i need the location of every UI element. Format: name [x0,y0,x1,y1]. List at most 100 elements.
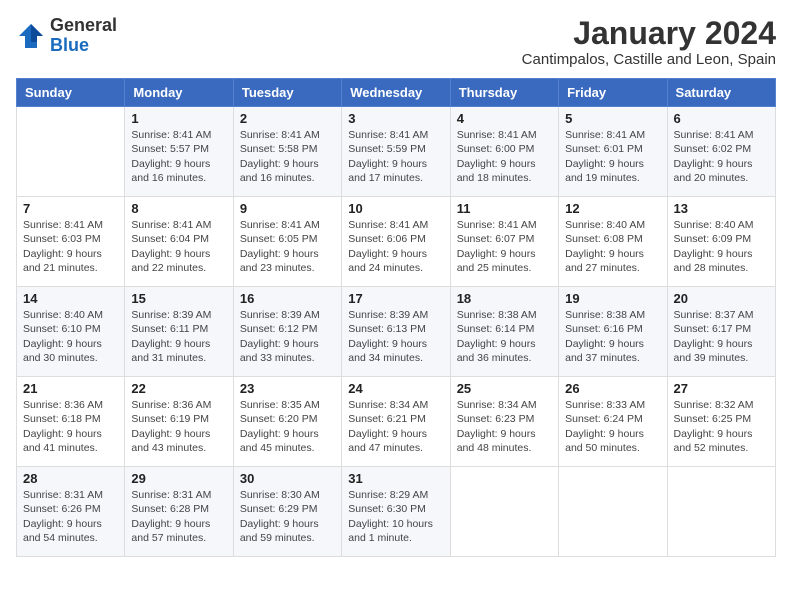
day-number: 9 [240,201,335,216]
calendar-cell: 29Sunrise: 8:31 AMSunset: 6:28 PMDayligh… [125,467,233,557]
day-number: 4 [457,111,552,126]
calendar-cell: 27 Sunrise: 8:32 AMSunset: 6:25 PMDayligh… [667,377,775,467]
title-section: January 2024 Cantimpalos, Castille and L… [522,16,776,68]
day-info: Sunrise: 8:35 AMSunset: 6:20 PMDaylight:… [240,398,335,455]
day-info: Sunrise: 8:30 AMSunset: 6:29 PMDaylight:… [240,488,335,545]
day-number: 24 [348,381,443,396]
calendar-cell: 19Sunrise: 8:38 AMSunset: 6:16 PMDayligh… [559,287,667,377]
calendar-cell [559,467,667,557]
day-number: 23 [240,381,335,396]
day-number: 8 [131,201,226,216]
calendar-cell: 15Sunrise: 8:39 AMSunset: 6:11 PMDayligh… [125,287,233,377]
calendar-cell: 20 Sunrise: 8:37 AMSunset: 6:17 PMDayligh… [667,287,775,377]
day-number: 11 [457,201,552,216]
calendar-week-5: 28Sunrise: 8:31 AMSunset: 6:26 PMDayligh… [17,467,776,557]
calendar-cell: 3 Sunrise: 8:41 AMSunset: 5:59 PMDaylight… [342,107,450,197]
month-title: January 2024 [522,16,776,51]
day-info: Sunrise: 8:36 AMSunset: 6:18 PMDaylight:… [23,398,118,455]
day-info: Sunrise: 8:40 AMSunset: 6:10 PMDaylight:… [23,308,118,365]
day-number: 13 [674,201,769,216]
calendar-cell: 11 Sunrise: 8:41 AMSunset: 6:07 PMDayligh… [450,197,558,287]
day-info: Sunrise: 8:41 AMSunset: 5:57 PMDaylight:… [131,128,226,185]
day-number: 12 [565,201,660,216]
day-number: 3 [348,111,443,126]
day-number: 20 [674,291,769,306]
calendar-cell: 6 Sunrise: 8:41 AMSunset: 6:02 PMDaylight… [667,107,775,197]
day-number: 21 [23,381,118,396]
day-info: Sunrise: 8:41 AMSunset: 6:06 PMDaylight:… [348,218,443,275]
calendar-cell: 28Sunrise: 8:31 AMSunset: 6:26 PMDayligh… [17,467,125,557]
day-info: Sunrise: 8:39 AMSunset: 6:12 PMDaylight:… [240,308,335,365]
day-info: Sunrise: 8:41 AMSunset: 5:58 PMDaylight:… [240,128,335,185]
calendar-cell [17,107,125,197]
day-number: 1 [131,111,226,126]
day-number: 27 [674,381,769,396]
day-number: 18 [457,291,552,306]
calendar-cell: 16 Sunrise: 8:39 AMSunset: 6:12 PMDayligh… [233,287,341,377]
logo: General Blue [16,16,117,56]
header-sunday: Sunday [17,79,125,107]
calendar-cell: 31Sunrise: 8:29 AMSunset: 6:30 PMDayligh… [342,467,450,557]
calendar-cell: 12 Sunrise: 8:40 AMSunset: 6:08 PMDayligh… [559,197,667,287]
day-info: Sunrise: 8:39 AMSunset: 6:11 PMDaylight:… [131,308,226,365]
day-info: Sunrise: 8:41 AMSunset: 6:03 PMDaylight:… [23,218,118,275]
calendar-cell: 2 Sunrise: 8:41 AMSunset: 5:58 PMDaylight… [233,107,341,197]
day-number: 26 [565,381,660,396]
day-number: 5 [565,111,660,126]
calendar-cell: 23 Sunrise: 8:35 AMSunset: 6:20 PMDayligh… [233,377,341,467]
calendar-cell: 8 Sunrise: 8:41 AMSunset: 6:04 PMDaylight… [125,197,233,287]
header-tuesday: Tuesday [233,79,341,107]
day-info: Sunrise: 8:41 AMSunset: 5:59 PMDaylight:… [348,128,443,185]
day-info: Sunrise: 8:41 AMSunset: 6:04 PMDaylight:… [131,218,226,275]
day-number: 10 [348,201,443,216]
day-info: Sunrise: 8:37 AMSunset: 6:17 PMDaylight:… [674,308,769,365]
day-info: Sunrise: 8:41 AMSunset: 6:02 PMDaylight:… [674,128,769,185]
calendar-cell: 7 Sunrise: 8:41 AMSunset: 6:03 PMDaylight… [17,197,125,287]
day-number: 2 [240,111,335,126]
calendar-cell: 14 Sunrise: 8:40 AMSunset: 6:10 PMDayligh… [17,287,125,377]
calendar-week-1: 1 Sunrise: 8:41 AMSunset: 5:57 PMDaylight… [17,107,776,197]
logo-icon [16,21,46,51]
day-info: Sunrise: 8:32 AMSunset: 6:25 PMDaylight:… [674,398,769,455]
day-info: Sunrise: 8:33 AMSunset: 6:24 PMDaylight:… [565,398,660,455]
calendar-cell: 17 Sunrise: 8:39 AMSunset: 6:13 PMDayligh… [342,287,450,377]
calendar-cell: 22 Sunrise: 8:36 AMSunset: 6:19 PMDayligh… [125,377,233,467]
calendar-header-row: SundayMondayTuesdayWednesdayThursdayFrid… [17,79,776,107]
header: General Blue January 2024 Cantimpalos, C… [16,16,776,68]
day-info: Sunrise: 8:40 AMSunset: 6:09 PMDaylight:… [674,218,769,275]
header-monday: Monday [125,79,233,107]
day-number: 19 [565,291,660,306]
day-number: 25 [457,381,552,396]
day-info: Sunrise: 8:39 AMSunset: 6:13 PMDaylight:… [348,308,443,365]
header-friday: Friday [559,79,667,107]
day-number: 6 [674,111,769,126]
day-number: 14 [23,291,118,306]
location-title: Cantimpalos, Castille and Leon, Spain [522,51,776,68]
day-number: 22 [131,381,226,396]
header-wednesday: Wednesday [342,79,450,107]
day-info: Sunrise: 8:41 AMSunset: 6:07 PMDaylight:… [457,218,552,275]
header-thursday: Thursday [450,79,558,107]
day-info: Sunrise: 8:40 AMSunset: 6:08 PMDaylight:… [565,218,660,275]
calendar-cell: 21 Sunrise: 8:36 AMSunset: 6:18 PMDayligh… [17,377,125,467]
day-info: Sunrise: 8:31 AMSunset: 6:26 PMDaylight:… [23,488,118,545]
calendar-cell [450,467,558,557]
day-info: Sunrise: 8:41 AMSunset: 6:05 PMDaylight:… [240,218,335,275]
day-info: Sunrise: 8:41 AMSunset: 6:00 PMDaylight:… [457,128,552,185]
calendar-cell: 24 Sunrise: 8:34 AMSunset: 6:21 PMDayligh… [342,377,450,467]
day-info: Sunrise: 8:34 AMSunset: 6:21 PMDaylight:… [348,398,443,455]
calendar-cell: 18Sunrise: 8:38 AMSunset: 6:14 PMDayligh… [450,287,558,377]
day-info: Sunrise: 8:36 AMSunset: 6:19 PMDaylight:… [131,398,226,455]
day-info: Sunrise: 8:31 AMSunset: 6:28 PMDaylight:… [131,488,226,545]
calendar-cell: 9 Sunrise: 8:41 AMSunset: 6:05 PMDaylight… [233,197,341,287]
calendar-cell: 5 Sunrise: 8:41 AMSunset: 6:01 PMDaylight… [559,107,667,197]
calendar-cell: 1 Sunrise: 8:41 AMSunset: 5:57 PMDaylight… [125,107,233,197]
day-number: 7 [23,201,118,216]
calendar-cell: 30Sunrise: 8:30 AMSunset: 6:29 PMDayligh… [233,467,341,557]
day-number: 16 [240,291,335,306]
calendar-table: SundayMondayTuesdayWednesdayThursdayFrid… [16,78,776,557]
day-info: Sunrise: 8:41 AMSunset: 6:01 PMDaylight:… [565,128,660,185]
calendar-week-3: 14 Sunrise: 8:40 AMSunset: 6:10 PMDayligh… [17,287,776,377]
day-number: 17 [348,291,443,306]
calendar-cell: 26 Sunrise: 8:33 AMSunset: 6:24 PMDayligh… [559,377,667,467]
